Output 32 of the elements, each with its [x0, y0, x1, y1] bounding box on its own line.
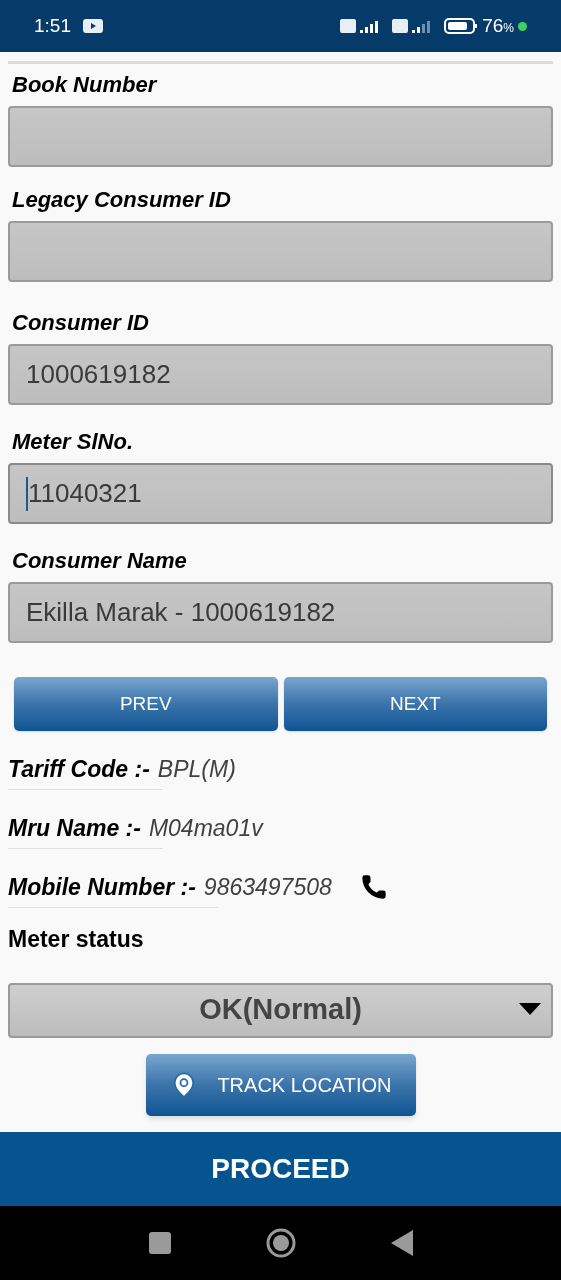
dropdown-arrow-icon — [519, 1002, 541, 1015]
clock: 1:51 — [34, 13, 71, 38]
field-label: Meter SlNo. — [11, 429, 135, 455]
home-icon[interactable] — [265, 1228, 296, 1258]
next-button[interactable]: NEXT — [283, 677, 547, 731]
recents-icon[interactable] — [148, 1232, 171, 1254]
info-value: BPL(M) — [157, 754, 236, 784]
info-value: M04ma01v — [148, 813, 263, 843]
phone-icon[interactable] — [359, 873, 388, 901]
info-value: 9863497508 — [203, 872, 332, 902]
info-label: Tariff Code :- — [8, 754, 150, 784]
track-location-button[interactable]: TRACK LOCATION — [145, 1053, 416, 1116]
field-label: Legacy Consumer ID — [11, 187, 232, 213]
battery-icon — [444, 18, 479, 34]
info-label: Mobile Number :- — [8, 872, 196, 902]
meter-status-label: Meter status — [8, 925, 145, 954]
battery-level: 76 — [482, 13, 504, 38]
input-field[interactable]: 11040321 — [8, 463, 553, 524]
input-field[interactable] — [8, 221, 553, 282]
field-label: Book Number — [11, 72, 159, 98]
input-field[interactable] — [8, 106, 553, 167]
battery-unit: % — [503, 21, 514, 37]
field-label: Consumer ID — [11, 310, 150, 336]
field-label: Consumer Name — [11, 548, 188, 574]
input-field[interactable]: 1000619182 — [8, 344, 553, 405]
input-field[interactable]: Ekilla Marak - 1000619182 — [8, 582, 553, 643]
status-dropdown[interactable]: OK(Normal) — [8, 982, 553, 1038]
info-label: Mru Name :- — [8, 813, 141, 843]
prev-button[interactable]: PREV — [14, 677, 278, 731]
video-icon — [83, 19, 103, 33]
back-icon[interactable] — [390, 1230, 413, 1256]
proceed-button[interactable]: PROCEED — [0, 1132, 561, 1206]
